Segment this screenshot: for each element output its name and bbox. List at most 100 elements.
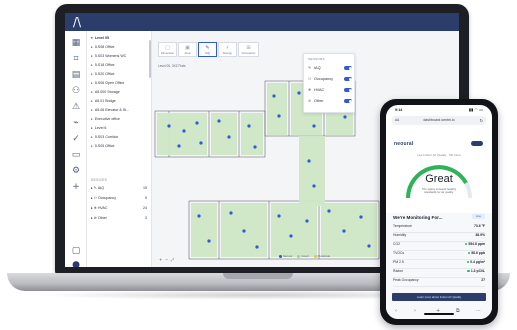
legend-label: Moderate [317,254,331,259]
metric-row: Peak Occupancy 27 [393,278,485,287]
metric-value-text: 554.8 ppm [468,242,485,246]
report-icon[interactable]: ⌁ [70,117,82,129]
more-icon[interactable]: ⋯ [476,308,481,314]
metric-value-text: 1.3 pCi/L [470,269,485,273]
metric-row: CO2 554.8 ppm [393,242,485,251]
tree-level[interactable]: ▾ Level 05 [91,36,109,40]
tree-item[interactable]: ▸ 5.S08 Office [91,45,115,49]
zone-good [191,203,217,257]
device-row-occupancy[interactable]: ▸ ⚇ Occupancy 5 [91,196,149,200]
metric-name: Radon [393,269,403,273]
tree-item[interactable]: ▸ A5.000 Storage [91,90,120,94]
fit-view-button[interactable]: ⤢ [171,257,174,262]
task-icon[interactable]: ✓ [70,133,82,145]
building-icon[interactable]: ▦ [70,37,82,49]
floor-plan[interactable] [149,71,394,261]
zoom-in-button[interactable]: + [159,257,162,262]
metric-value: 38.9% [475,233,485,237]
zone-good [241,113,263,155]
forward-icon[interactable]: › [414,308,416,314]
sensor-dot [342,229,346,233]
other-toggle[interactable] [344,99,352,103]
tab-iaq[interactable]: ✎ IAQ [198,42,217,57]
tree-item[interactable]: ▸ A5.06 Elevator & St... [91,108,129,112]
device-row-other[interactable]: ▸ ⊘ Other 3 [91,216,149,220]
chevron-right-icon: ▸ ❄ [91,206,98,210]
metric-value-text: 27 [481,278,485,282]
tree-item-label: 5.S20 Office [94,72,115,76]
tab-occupancy[interactable]: ⊞ Occupancy [238,42,259,57]
gauge-description: The space exceeds healthy standards for … [421,187,457,195]
tab-label: IAQ [205,51,210,55]
iaq-toggle[interactable] [344,66,352,70]
sensor-dot [367,244,371,248]
sensor-row-hvac[interactable]: ❄ HVAC [308,87,354,95]
sensor-row-other[interactable]: ⊘ Other [308,98,354,106]
sensor-dot [255,245,259,249]
tree-item[interactable]: ▸ Level 6 [91,126,106,130]
learn-more-button[interactable]: Learn more about Indoor Air Quality [392,293,486,301]
chat-icon[interactable]: ▢ [70,245,82,257]
tree-item-label: A5.01 Bridge [94,99,116,103]
dashboard-icon[interactable]: ▤ [70,69,82,81]
tree-item[interactable]: ▸ 5.S03 Corridor [91,135,118,139]
chevron-right-icon: ▸ [91,117,93,121]
tree-item[interactable]: ▸ 5.S20 Office [91,72,115,76]
legend-label: Sensor [283,254,293,259]
tree-item[interactable]: ▸ 5.S03 Womens WC [91,54,126,58]
user-icon[interactable]: ● [70,259,82,267]
phone-status-bar: 9:14 ▮▮ ◠ ▭ [386,105,492,114]
tree-item[interactable]: ▸ 5.S05 Office [91,144,115,148]
tab-label: Area [184,51,191,55]
occupancy-toggle[interactable] [344,77,352,81]
chevron-right-icon: ▸ [91,81,93,85]
hvac-toggle[interactable] [344,88,352,92]
sensor-dot [207,239,211,243]
sensor-dot [247,124,251,128]
metric-name: Humidity [393,233,407,237]
sensor-dot [253,145,257,149]
zone-good [211,113,237,155]
tree-item-label: 5.S05 Office [94,144,115,148]
tab-area[interactable]: ▣ Area [178,42,197,57]
brand-logo: neoural [394,141,414,147]
chevron-right-icon: ▸ [91,99,93,103]
reader-icon[interactable]: AA [395,116,399,125]
metric-row: Humidity 38.9% [393,233,485,242]
tree-item-label: 5.S08 Office [94,45,115,49]
sensor-row-occupancy[interactable]: ⚇ Occupancy [308,76,354,84]
device-row-iaq[interactable]: ▸ ✎ IAQ 15 [91,186,149,190]
chevron-right-icon: ▸ ✎ [91,186,98,190]
zoom-out-button[interactable]: − [165,257,168,262]
url-bar[interactable]: AA dashboard.sentei.io ↻ [392,116,486,125]
chevron-right-icon: ▸ [91,126,93,130]
metric-row: Temperature 73.6 °F [393,224,485,233]
document-icon[interactable]: ▭ [70,149,82,161]
zone-good [267,83,287,135]
reload-icon[interactable]: ↻ [480,116,483,125]
chevron-right-icon: ▸ [91,54,93,58]
add-icon[interactable]: + [70,181,82,193]
sensor-row-iaq[interactable]: ✎ IAQ [308,65,354,73]
settings-icon[interactable]: ⚙ [70,165,82,177]
tree-item[interactable]: ▸ 5.S06 Open Office [91,81,124,85]
device-count: 24 [143,206,147,210]
sensor-dot [167,124,171,128]
signal-icon: ▮▮ ◠ ▭ [468,107,483,112]
back-icon[interactable]: ‹ [395,308,397,314]
alert-icon[interactable]: ⚠ [70,101,82,113]
gauge-rating: Great [425,173,453,185]
floorplan-icon[interactable]: ⌗ [70,53,82,65]
tree-item-label: A5.06 Elevator & St... [94,108,130,112]
tree-item[interactable]: ▸ A5.01 Bridge [91,99,116,103]
device-row-hvac[interactable]: ▸ ❄ HVAC 24 [91,206,149,210]
metric-name: CO2 [393,242,400,246]
tab-dimension[interactable]: ▢ Dimension [158,42,177,57]
tree-item[interactable]: ▸ Executive office [91,117,120,121]
app-logo[interactable]: /\ [73,15,87,29]
people-icon[interactable]: ⚇ [70,85,82,97]
tree-item[interactable]: ▸ 5.S18 Office [91,63,115,67]
tab-energy[interactable]: ⚡ Energy [218,42,237,57]
tabs-icon[interactable]: ⧉ [456,308,460,314]
monitoring-title: We're Monitoring For... [393,215,443,220]
